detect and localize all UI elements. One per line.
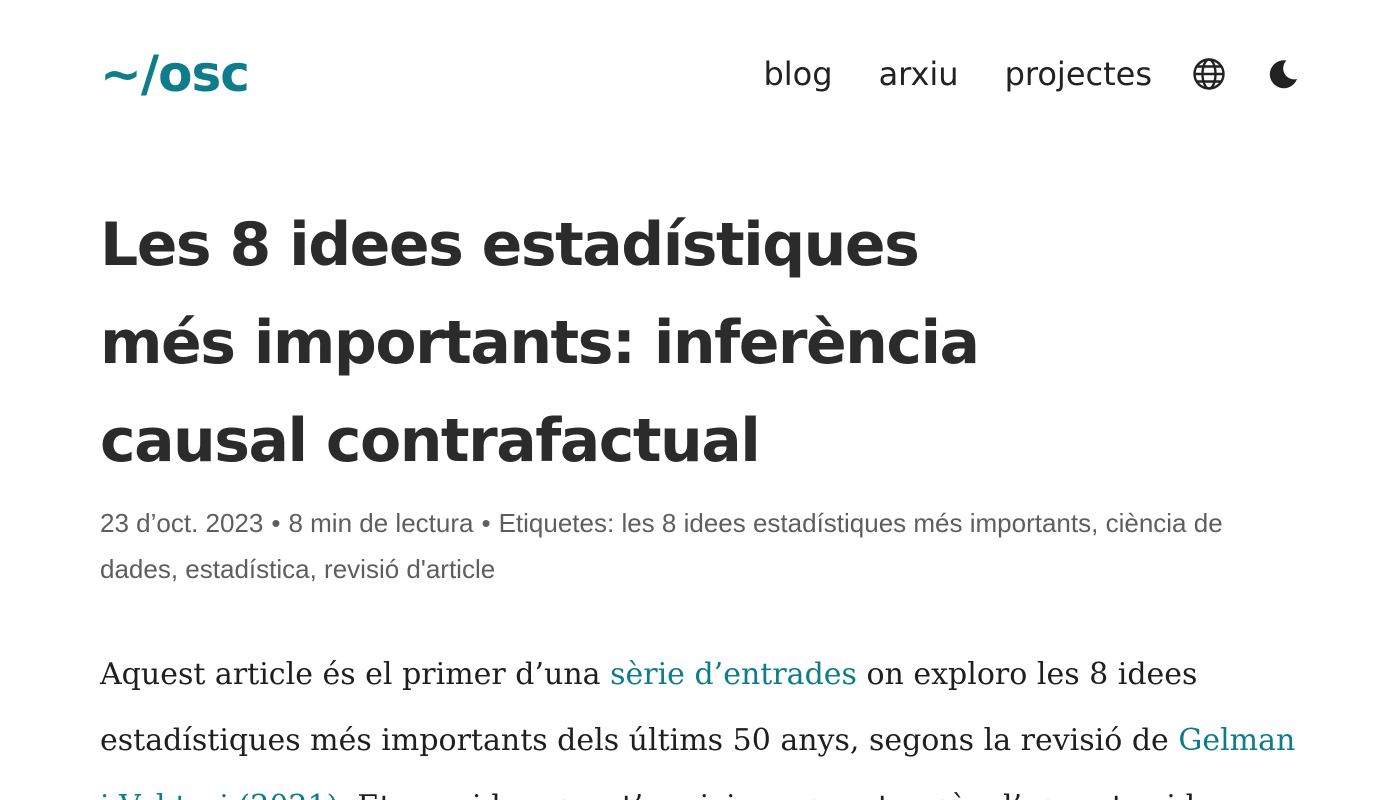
moon-icon[interactable] [1266,57,1300,91]
meta-separator: • [481,508,491,538]
tag-link[interactable]: les 8 idees estadístiques més importants [621,508,1091,538]
reading-time: 8 min de lectura [288,508,474,538]
series-link[interactable]: sèrie d’entrades [610,657,857,692]
tags-label: Etiquetes: [498,508,615,538]
tag-link[interactable]: estadística [185,554,309,584]
site-logo[interactable]: ~/osc [100,49,250,99]
nav-arxiu-link[interactable]: arxiu [879,58,959,90]
article-intro: Aquest article és el primer d’una sèrie … [100,642,1300,800]
intro-text: . Et convido a que t’uneixis a aquest re… [338,789,1255,800]
nav-projectes-link[interactable]: projectes [1005,58,1152,90]
main-nav: blog arxiu projectes [763,57,1300,91]
article-meta: 23 d’oct. 2023 • 8 min de lectura • Etiquete… [100,508,1223,584]
article-date: 23 d’oct. 2023 [100,508,264,538]
nav-blog-link[interactable]: blog [763,58,832,90]
tag-link[interactable]: revisió d'article [324,554,495,584]
intro-text: Aquest article és el primer d’una [100,657,611,692]
site-header: ~/osc blog arxiu projectes [100,36,1300,112]
globe-icon[interactable] [1192,57,1226,91]
meta-separator: • [271,508,281,538]
article-title: Les 8 idees estadístiques més importants… [100,210,980,476]
